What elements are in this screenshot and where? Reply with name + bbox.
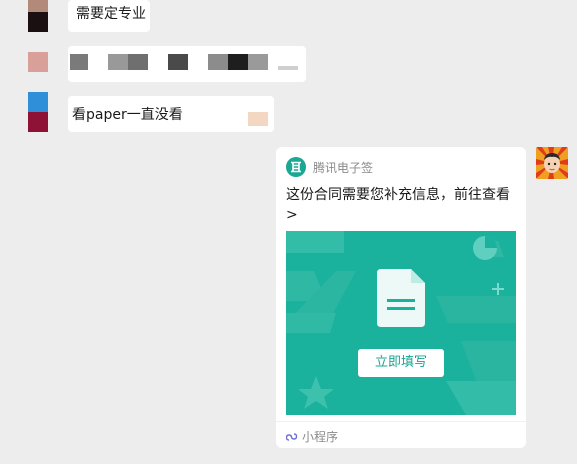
card-source-name: 腾讯电子签 (313, 160, 374, 175)
redacted-block (278, 66, 298, 70)
fill-in-button[interactable]: 立即填写 (358, 349, 444, 377)
redacted-block (248, 112, 268, 126)
document-icon (377, 269, 425, 327)
mini-program-label: 小程序 (302, 430, 339, 444)
tencent-esign-logo-icon (286, 157, 306, 177)
message-bubble[interactable] (68, 46, 306, 82)
redacted-block (70, 54, 88, 70)
mini-program-card[interactable]: 腾讯电子签 这份合同需要您补充信息，前往查看 > 立即填写 小程序 (276, 147, 526, 448)
avatar[interactable] (28, 52, 48, 72)
card-banner: 立即填写 (286, 231, 516, 415)
plus-icon (492, 283, 504, 295)
redacted-block (128, 54, 148, 70)
message-bubble[interactable]: 看paper一直没看 (68, 96, 274, 132)
message-bubble[interactable]: 需要定专业 (68, 0, 150, 32)
mini-program-icon (286, 432, 298, 441)
redacted-block (168, 54, 188, 70)
my-avatar[interactable] (536, 147, 568, 179)
redacted-block (108, 54, 128, 70)
message-text: 需要定专业 (76, 6, 146, 22)
avatar[interactable] (28, 92, 48, 132)
message-text: 看paper一直没看 (72, 107, 183, 123)
redacted-block (228, 54, 248, 70)
avatar[interactable] (28, 0, 48, 32)
redacted-block (248, 54, 268, 70)
card-title: 这份合同需要您补充信息，前往查看 > (286, 187, 510, 223)
divider (276, 421, 526, 422)
pie-chart-icon (473, 236, 497, 260)
redacted-block (208, 54, 228, 70)
